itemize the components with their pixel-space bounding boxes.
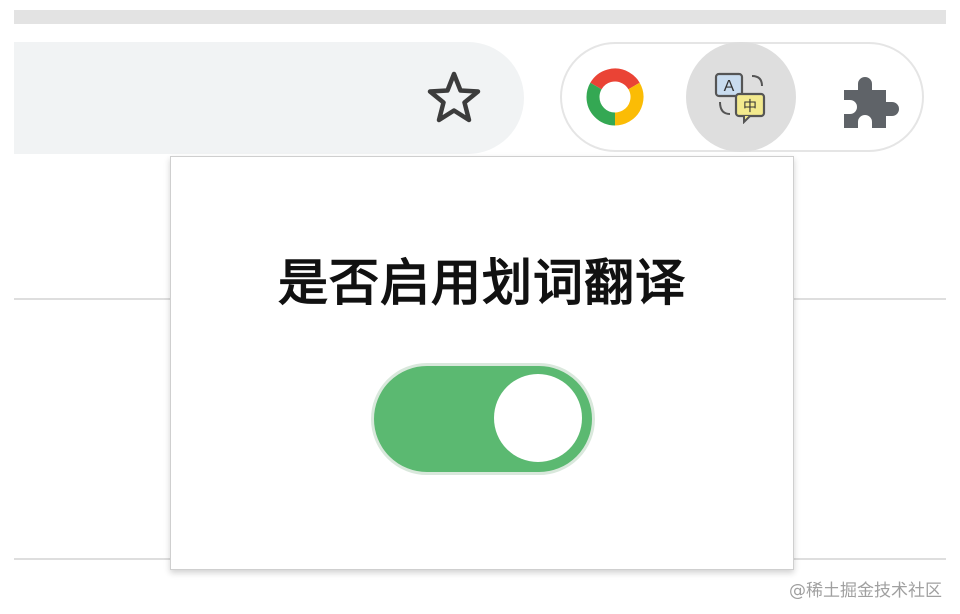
popup-title: 是否启用划词翻译 [278, 254, 686, 312]
chrome-logo-icon[interactable] [584, 66, 646, 128]
toggle-knob[interactable] [494, 374, 582, 462]
extension-popup: 是否启用划词翻译 [170, 156, 794, 570]
translate-icon-chinese-label: 中 [743, 99, 757, 115]
translate-extension-button[interactable]: A 中 [686, 42, 796, 152]
star-icon[interactable] [424, 68, 484, 128]
translate-icon: A 中 [714, 72, 766, 124]
puzzle-icon[interactable] [838, 72, 902, 130]
enable-translate-toggle[interactable] [371, 363, 595, 475]
watermark: @稀土掘金技术社区 [789, 581, 942, 601]
browser-window: A 中 是否启用划词翻译 @稀土掘金技术社区 [0, 0, 960, 614]
tab-strip [14, 10, 946, 24]
translate-icon-latin-label: A [724, 78, 735, 95]
